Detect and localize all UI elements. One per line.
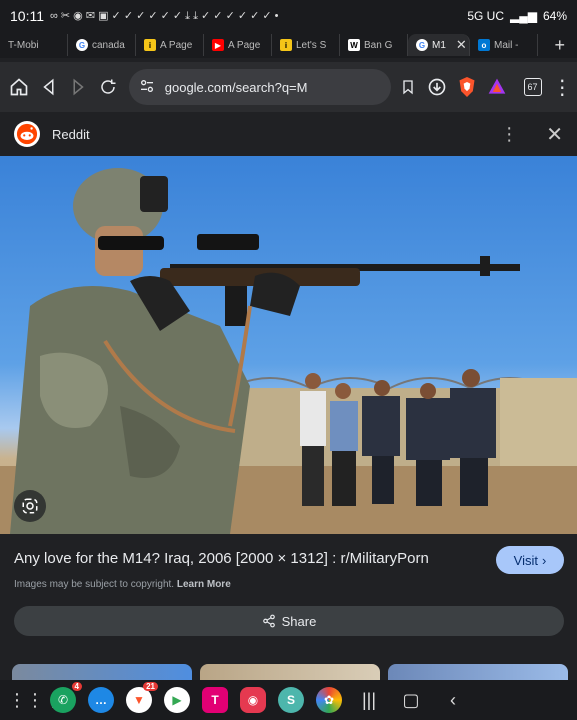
photos-app-icon[interactable]: ✿: [316, 687, 342, 713]
tab-label: T-Mobi: [8, 39, 39, 51]
close-icon[interactable]: ✕: [546, 122, 563, 147]
status-bar: 10:11 ∞ ✂ ◉ ✉ ▣ ✓ ✓ ✓ ✓ ✓ ✓ ⤓ ⤓ ✓ ✓ ✓ ✓ …: [0, 0, 577, 32]
tab-tmobile[interactable]: T-Mobi: [0, 34, 68, 56]
site-settings-icon[interactable]: [139, 78, 155, 97]
tab-google-m14-active[interactable]: G M1 ✕: [408, 34, 470, 56]
rifle: [160, 234, 520, 326]
sync-app-icon[interactable]: S: [278, 687, 304, 713]
home-button-icon[interactable]: ▢: [396, 690, 426, 711]
phone-app-icon[interactable]: ✆ 4: [50, 682, 82, 713]
google-icon: G: [76, 39, 88, 51]
chevron-right-icon: ›: [541, 552, 547, 568]
tab-google-canada[interactable]: G canada: [68, 34, 136, 56]
brave-app-icon[interactable]: ▼ 21: [126, 682, 158, 713]
play-store-icon[interactable]: ▶: [164, 687, 190, 713]
signal-icon: ▂▄▆: [510, 9, 537, 23]
google-icon: G: [416, 39, 428, 51]
t-mobile-app-icon[interactable]: T: [202, 687, 228, 713]
source-header: Reddit ⋮ ✕: [0, 112, 577, 156]
outlook-icon: o: [478, 39, 490, 51]
phone-badge: 4: [71, 682, 82, 691]
share-label: Share: [281, 613, 317, 629]
result-image[interactable]: [0, 156, 577, 534]
copyright-text: Images may be subject to copyright.: [14, 579, 175, 590]
tab-label: canada: [92, 39, 125, 51]
share-button[interactable]: Share: [14, 606, 564, 636]
tab-youtube-page[interactable]: ▶ A Page: [204, 34, 272, 56]
youtube-icon: ▶: [212, 39, 224, 51]
lens-icon: [22, 498, 38, 514]
brave-shields-icon[interactable]: [452, 68, 482, 106]
address-bar[interactable]: google.com/search?q=M: [128, 69, 391, 105]
related-image-3[interactable]: [388, 664, 568, 680]
tab-label: A Page: [160, 39, 193, 51]
tab-count: 67: [523, 78, 542, 96]
related-image-2[interactable]: [200, 664, 380, 680]
share-icon: [262, 614, 275, 628]
messages-app-icon[interactable]: …: [88, 687, 114, 713]
tab-switcher-button[interactable]: 67: [518, 68, 548, 106]
google-lens-button[interactable]: [14, 490, 46, 522]
more-options-icon[interactable]: ⋮: [547, 68, 577, 106]
tab-imdb-lets[interactable]: i Let's S: [272, 34, 340, 56]
visit-button[interactable]: Visit ›: [496, 546, 564, 574]
tab-label: Ban G: [364, 39, 393, 51]
imdb-icon: i: [144, 39, 156, 51]
source-name[interactable]: Reddit: [52, 127, 500, 142]
tab-label: Mail -: [494, 39, 519, 51]
copyright-notice: Images may be subject to copyright. Lear…: [14, 579, 231, 590]
status-right: 5G UC ▂▄▆ 64%: [467, 9, 567, 23]
wikipedia-icon: W: [348, 39, 360, 51]
network-label: 5G UC: [467, 9, 504, 23]
tab-label: Let's S: [296, 39, 327, 51]
camera-app-icon[interactable]: ◉: [240, 687, 266, 713]
brave-rewards-icon[interactable]: [482, 68, 512, 106]
bookmark-icon[interactable]: [393, 68, 423, 106]
browser-toolbar: google.com/search?q=M 67 ⋮: [0, 62, 577, 112]
new-tab-button[interactable]: +: [554, 35, 565, 56]
result-title: Any love for the M14? Iraq, 2006 [2000 ×…: [14, 550, 429, 567]
download-icon[interactable]: [423, 68, 453, 106]
url-text[interactable]: google.com/search?q=M: [165, 80, 381, 95]
reddit-logo-icon: [14, 121, 40, 147]
tab-label: M1: [432, 39, 446, 51]
android-nav-bar: ⋮⋮⋮ ✆ 4 … ▼ 21 ▶ T ◉ S ✿ ||| ▢ ‹: [0, 680, 577, 720]
forward-icon[interactable]: [63, 68, 93, 106]
notification-icons: ∞ ✂ ◉ ✉ ▣ ✓ ✓ ✓ ✓ ✓ ✓ ⤓ ⤓ ✓ ✓ ✓ ✓ ✓ ✓ •: [50, 10, 279, 22]
brave-badge: 21: [143, 682, 158, 691]
recent-apps-icon[interactable]: |||: [354, 690, 384, 711]
app-drawer-icon[interactable]: ⋮⋮⋮: [8, 690, 62, 711]
tab-strip: T-Mobi G canada i A Page ▶ A Page i Let'…: [0, 32, 577, 58]
back-nav-icon[interactable]: ‹: [438, 690, 468, 711]
close-tab-icon[interactable]: ✕: [456, 37, 467, 53]
status-time: 10:11: [10, 8, 44, 24]
battery-label: 64%: [542, 9, 567, 23]
imdb-icon: i: [280, 39, 292, 51]
related-image-1[interactable]: [12, 664, 192, 680]
visit-label: Visit: [513, 552, 538, 568]
tab-wikipedia-ban[interactable]: W Ban G: [340, 34, 408, 56]
photo-illustration: [0, 168, 577, 534]
related-images: [0, 664, 577, 680]
home-icon[interactable]: [4, 68, 34, 106]
tab-label: A Page: [228, 39, 261, 51]
learn-more-link[interactable]: Learn More: [177, 579, 231, 590]
reload-icon[interactable]: [93, 68, 123, 106]
more-options-icon[interactable]: ⋮: [500, 124, 518, 145]
back-icon[interactable]: [34, 68, 64, 106]
tab-outlook-mail[interactable]: o Mail -: [470, 34, 538, 56]
tab-imdb-page[interactable]: i A Page: [136, 34, 204, 56]
